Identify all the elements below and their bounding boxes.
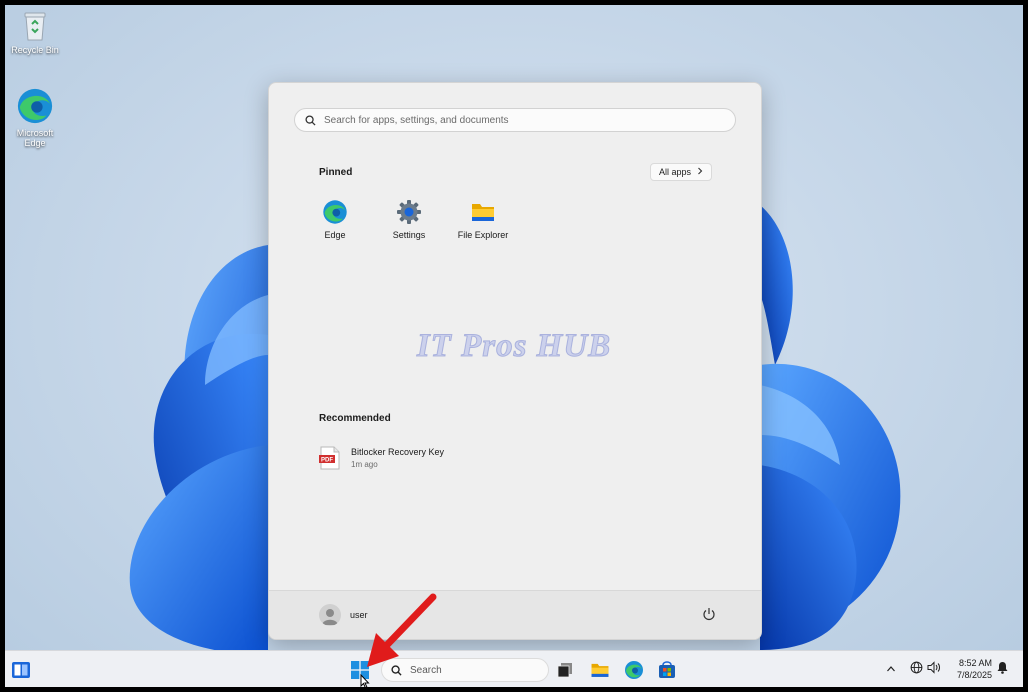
start-menu: Search for apps, settings, and documents… — [268, 82, 762, 640]
pinned-title: Pinned — [319, 167, 353, 178]
mouse-cursor-icon — [360, 674, 370, 687]
chevron-up-icon — [887, 666, 895, 672]
watermark: IT Pros HUB — [416, 328, 612, 365]
recommended-item-name: Bitlocker Recovery Key — [351, 447, 445, 457]
pinned-app-edge[interactable]: Edge — [298, 199, 372, 240]
all-apps-label: All apps — [658, 167, 692, 177]
svg-text:PDF: PDF — [321, 457, 333, 463]
desktop-icon-label: Recycle Bin — [11, 45, 59, 55]
power-icon — [703, 608, 715, 621]
clock-time: 8:52 AM — [958, 658, 992, 668]
pinned-app-settings[interactable]: Settings — [372, 199, 446, 240]
task-view-icon — [557, 663, 572, 678]
volume-button[interactable] — [927, 661, 941, 679]
taskbar-search-label: Search — [410, 664, 442, 676]
task-view-button[interactable] — [554, 659, 576, 681]
user-account-button[interactable]: user — [319, 604, 368, 626]
folder-icon — [472, 204, 494, 221]
taskbar-file-explorer[interactable] — [589, 659, 611, 681]
all-apps-button[interactable]: All apps — [650, 163, 712, 181]
pinned-app-label: File Explorer — [457, 230, 509, 240]
avatar — [319, 604, 341, 626]
store-icon — [659, 661, 675, 678]
clock-date: 7/8/2025 — [956, 670, 992, 680]
chevron-right-icon — [697, 167, 703, 177]
recommended-title: Recommended — [319, 413, 391, 424]
search-icon — [305, 114, 316, 126]
pinned-app-label: Edge — [324, 230, 346, 240]
recycle-bin-icon — [24, 12, 46, 41]
power-button[interactable] — [702, 607, 716, 626]
start-search-input[interactable]: Search for apps, settings, and documents — [294, 108, 736, 132]
edge-icon — [323, 200, 347, 224]
taskbar-edge[interactable] — [623, 659, 645, 681]
desktop-icon-label: Microsoft Edge — [16, 128, 54, 148]
taskbar-store[interactable] — [656, 659, 678, 681]
desktop-icon-edge[interactable]: Microsoft Edge — [5, 87, 65, 148]
folder-icon — [591, 663, 609, 677]
desktop: Recycle Bin Microsoft Edge Search for ap… — [5, 5, 1023, 687]
start-search-placeholder: Search for apps, settings, and documents — [324, 114, 509, 126]
pinned-app-label: Settings — [392, 230, 426, 240]
show-hidden-icons-button[interactable] — [886, 661, 896, 679]
search-icon — [391, 664, 402, 676]
pdf-file-icon: PDF — [319, 446, 340, 470]
widgets-button[interactable] — [10, 659, 32, 681]
globe-icon — [910, 661, 923, 674]
edge-icon — [17, 88, 53, 124]
taskbar-search-input[interactable]: Search — [381, 658, 549, 682]
user-icon — [322, 609, 338, 625]
clock-button[interactable]: 8:52 AM 7/8/2025 — [940, 657, 992, 681]
recommended-item[interactable]: PDF Bitlocker Recovery Key 1m ago — [319, 446, 444, 470]
bell-icon — [997, 662, 1008, 674]
notifications-button[interactable] — [997, 661, 1008, 679]
recommended-item-time: 1m ago — [351, 460, 378, 469]
edge-icon — [625, 661, 643, 679]
start-footer: user — [269, 590, 761, 639]
speaker-icon — [927, 661, 940, 674]
taskbar: Search 8:52 AM 7/8/2025 — [5, 650, 1023, 687]
network-button[interactable] — [910, 661, 923, 679]
gear-icon — [397, 200, 421, 224]
pinned-app-file-explorer[interactable]: File Explorer — [446, 199, 520, 240]
widgets-icon — [12, 662, 30, 678]
user-name: user — [350, 610, 368, 620]
desktop-icon-recycle-bin[interactable]: Recycle Bin — [5, 10, 65, 55]
